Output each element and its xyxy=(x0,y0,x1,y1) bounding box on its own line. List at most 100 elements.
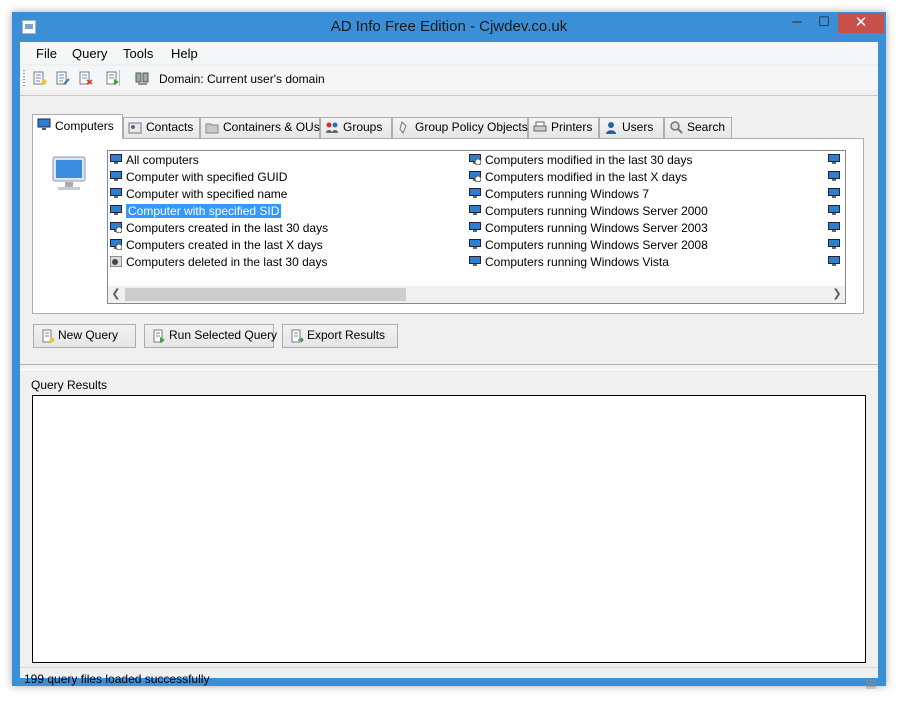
query-list-item[interactable]: Computers running Windows Server 2003 xyxy=(467,220,708,236)
tab-containers-ous[interactable]: Containers & OUs xyxy=(200,117,320,138)
computer-icon xyxy=(469,256,481,266)
query-label: Computers modified in the last 30 days xyxy=(485,153,693,167)
domain-label[interactable]: Domain: Current user's domain xyxy=(159,72,325,86)
scrollbar-thumb[interactable] xyxy=(125,288,406,301)
query-list-item[interactable]: Computer with specified SID xyxy=(108,203,282,219)
computer-icon xyxy=(469,188,481,198)
tab-groups[interactable]: Groups xyxy=(320,117,392,138)
computer-icon xyxy=(110,239,122,250)
computer-icon xyxy=(110,188,122,198)
panel-splitter[interactable] xyxy=(20,364,878,370)
query-list-item[interactable]: Computers modified in the last 30 days xyxy=(467,152,692,168)
tab-printers[interactable]: Printers xyxy=(528,117,599,138)
window-title: AD Info Free Edition - Cjwdev.co.uk xyxy=(330,18,568,35)
folder-icon xyxy=(205,123,219,134)
computer-icon xyxy=(828,205,840,215)
delete-query-icon[interactable] xyxy=(79,71,93,85)
horizontal-scrollbar[interactable]: ❮ ❯ xyxy=(108,286,845,303)
computer-icon xyxy=(110,256,122,267)
button-label: New Query xyxy=(58,328,119,342)
button-label: Run Selected Query xyxy=(169,328,278,342)
computer-icon xyxy=(110,154,122,164)
menu-query[interactable]: Query xyxy=(72,46,107,61)
tab-group-policy-objects[interactable]: Group Policy Objects xyxy=(392,117,528,138)
computer-icon xyxy=(110,171,122,181)
computer-icon xyxy=(828,239,840,249)
status-bar: 199 query files loaded successfully xyxy=(20,667,878,690)
query-results-area[interactable] xyxy=(32,395,866,663)
new-query-button[interactable]: New Query xyxy=(33,324,136,348)
query-list-item[interactable]: Computers running Windows 7 xyxy=(467,186,649,202)
query-label: Computer with specified SID xyxy=(126,204,282,218)
query-label: Computers created in the last X days xyxy=(126,238,323,252)
query-label: Computers running Windows Server 2003 xyxy=(485,221,708,235)
computer-icon xyxy=(469,239,481,249)
menu-help[interactable]: Help xyxy=(171,46,198,61)
maximize-button[interactable]: ☐ xyxy=(810,13,838,33)
export-results-button[interactable]: Export Results xyxy=(282,324,398,348)
tab-search[interactable]: Search xyxy=(664,117,732,138)
query-list-item[interactable] xyxy=(826,186,844,202)
tab-label: Contacts xyxy=(146,120,194,134)
computer-icon xyxy=(469,205,481,215)
computer-icon xyxy=(469,222,481,232)
resize-grip[interactable] xyxy=(866,679,876,689)
computer-icon xyxy=(828,222,840,232)
app-window: AD Info Free Edition - Cjwdev.co.uk ─ ☐ … xyxy=(12,12,886,689)
computer-icon xyxy=(110,222,122,233)
run-selected-query-button[interactable]: Run Selected Query xyxy=(144,324,278,348)
query-list-item[interactable] xyxy=(826,237,844,253)
status-text: 199 query files loaded successfully xyxy=(24,672,210,686)
query-list-item[interactable]: Computers running Windows Vista xyxy=(467,254,669,270)
menu-tools[interactable]: Tools xyxy=(123,46,153,61)
query-list-item[interactable]: Computers running Windows Server 2008 xyxy=(467,237,708,253)
close-button[interactable]: ✕ xyxy=(838,13,884,33)
query-list-item[interactable]: Computer with specified name xyxy=(108,186,287,202)
tab-contacts[interactable]: Contacts xyxy=(123,117,200,138)
minimize-button[interactable]: ─ xyxy=(783,13,811,33)
title-bar[interactable]: AD Info Free Edition - Cjwdev.co.uk ─ ☐ … xyxy=(12,12,886,42)
query-list-item[interactable]: Computers running Windows Server 2000 xyxy=(467,203,708,219)
tab-users[interactable]: Users xyxy=(599,117,664,138)
computer-icon xyxy=(828,154,840,164)
query-list-item[interactable] xyxy=(826,152,844,168)
tab-label: Computers xyxy=(55,119,114,133)
run-query-icon[interactable] xyxy=(106,71,120,85)
query-label: Computers modified in the last X days xyxy=(485,170,688,184)
query-list-item[interactable] xyxy=(826,254,844,270)
query-list-item[interactable]: Computers created in the last 30 days xyxy=(108,220,328,236)
query-list-item[interactable] xyxy=(826,203,844,219)
tab-label: Users xyxy=(622,120,654,134)
tab-label: Group Policy Objects xyxy=(415,120,528,134)
domain-icon[interactable] xyxy=(135,71,149,85)
tab-label: Containers & OUs xyxy=(223,120,320,134)
scroll-right-icon[interactable]: ❯ xyxy=(829,287,845,302)
scroll-left-icon[interactable]: ❮ xyxy=(108,287,124,302)
query-list-item[interactable]: Computers created in the last X days xyxy=(108,237,323,253)
query-label: Computers running Windows Server 2000 xyxy=(485,204,708,218)
toolbar-grip[interactable] xyxy=(23,70,25,86)
query-label: Computers running Windows 7 xyxy=(485,187,650,201)
menu-file[interactable]: File xyxy=(36,46,57,61)
query-list-item[interactable]: Computers modified in the last X days xyxy=(467,169,687,185)
computer-icon xyxy=(52,156,86,190)
computer-icon xyxy=(828,256,840,266)
new-query-icon[interactable] xyxy=(33,71,47,85)
button-label: Export Results xyxy=(307,328,386,342)
query-list-item[interactable] xyxy=(826,169,844,185)
toolbar: Domain: Current user's domain xyxy=(20,66,878,90)
printer-icon xyxy=(533,121,547,132)
query-list-item[interactable]: All computers xyxy=(108,152,199,168)
tab-computers[interactable]: Computers xyxy=(32,114,123,139)
computer-icon xyxy=(828,171,840,181)
query-list-item[interactable] xyxy=(826,220,844,236)
query-list[interactable]: All computers Computer with specified GUI… xyxy=(107,150,846,304)
query-list-item[interactable]: Computer with specified GUID xyxy=(108,169,287,185)
query-label: Computers created in the last 30 days xyxy=(126,221,329,235)
tab-label: Printers xyxy=(551,120,593,134)
edit-query-icon[interactable] xyxy=(56,71,70,85)
query-list-item[interactable]: Computers deleted in the last 30 days xyxy=(108,254,327,270)
search-icon xyxy=(670,121,683,134)
tab-label: Search xyxy=(687,120,726,134)
menu-bar: File Query Tools Help xyxy=(20,42,878,64)
